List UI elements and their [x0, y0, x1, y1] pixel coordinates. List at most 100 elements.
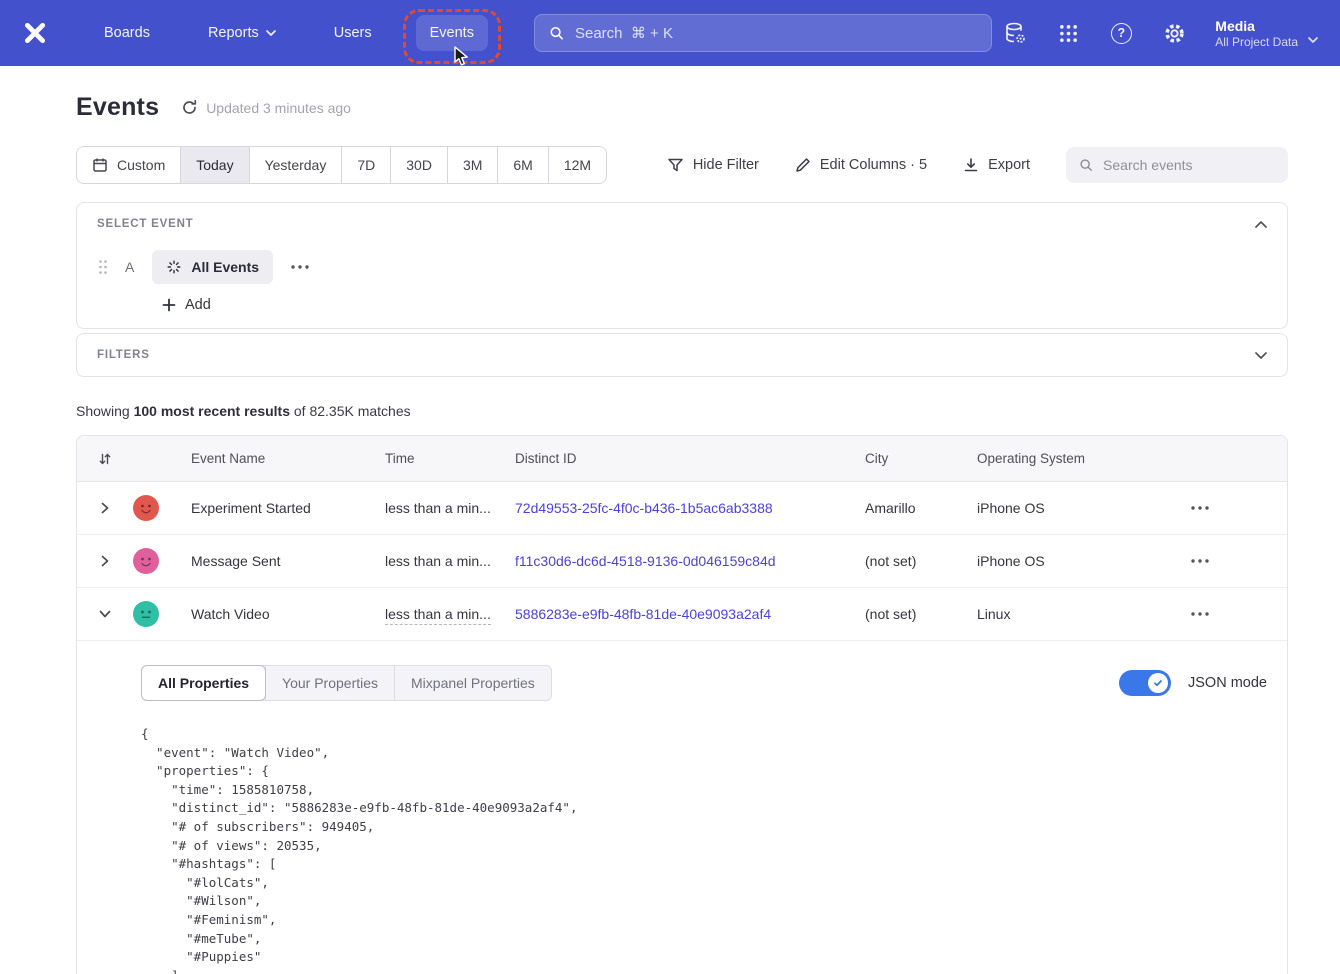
date-range-yesterday[interactable]: Yesterday — [250, 147, 343, 183]
date-range-selector: Custom Today Yesterday 7D 30D 3M 6M 12M — [76, 146, 607, 184]
event-detail-panel: All Properties Your Properties Mixpanel … — [77, 641, 1287, 974]
events-table: Event Name Time Distinct ID City Operati… — [76, 435, 1288, 974]
filters-label: FILTERS — [97, 349, 150, 361]
add-event-button[interactable]: Add — [162, 297, 211, 313]
global-search[interactable] — [534, 14, 992, 52]
global-search-input[interactable] — [575, 25, 977, 42]
export-label: Export — [988, 157, 1030, 173]
json-mode-control: JSON mode — [1119, 670, 1267, 696]
cell-event-name: Watch Video — [173, 606, 385, 622]
chevron-down-icon — [1308, 37, 1318, 43]
check-icon — [1152, 677, 1164, 689]
expand-row-button[interactable] — [101, 555, 109, 567]
search-events[interactable] — [1066, 147, 1288, 183]
table-row-expanded[interactable]: Watch Video less than a min... 5886283e-… — [77, 588, 1287, 641]
drag-handle-icon[interactable] — [98, 259, 108, 275]
filters-section-header[interactable]: FILTERS — [77, 334, 1287, 376]
navbar-right-cluster: ? Media All Project Data — [1001, 17, 1318, 50]
date-range-today[interactable]: Today — [181, 147, 249, 183]
results-summary: Showing 100 most recent results of 82.35… — [76, 403, 1288, 419]
avatar-face-icon — [133, 548, 159, 574]
cell-city: Amarillo — [865, 500, 977, 516]
tab-your-properties[interactable]: Your Properties — [265, 666, 394, 700]
event-selector-chip[interactable]: All Events — [152, 250, 273, 284]
mixpanel-logo[interactable] — [22, 20, 48, 46]
hide-filter-label: Hide Filter — [693, 157, 759, 173]
nav-item-events[interactable]: Events — [416, 15, 488, 51]
gear-icon — [1163, 22, 1186, 45]
chevron-down-icon — [1255, 352, 1267, 359]
nav-item-users[interactable]: Users — [320, 15, 386, 51]
event-options-button[interactable] — [285, 259, 315, 275]
toggle-knob — [1148, 673, 1168, 693]
date-range-12m[interactable]: 12M — [549, 147, 606, 183]
mouse-cursor-icon — [452, 45, 470, 69]
date-range-7d[interactable]: 7D — [342, 147, 391, 183]
hide-filter-button[interactable]: Hide Filter — [667, 157, 759, 173]
event-selector-label: All Events — [191, 259, 259, 275]
primary-nav: Boards Reports Users Events — [90, 15, 488, 51]
more-icon — [291, 265, 309, 269]
tab-all-properties[interactable]: All Properties — [141, 665, 266, 701]
cell-distinct-id-link[interactable]: f11c30d6-dc6d-4518-9136-0d046159c84d — [515, 553, 776, 569]
download-icon — [963, 157, 979, 173]
select-event-section-header[interactable]: SELECT EVENT — [77, 203, 1287, 245]
help-button[interactable]: ? — [1107, 19, 1135, 47]
column-header-time[interactable]: Time — [385, 451, 515, 466]
chevron-right-icon — [101, 555, 109, 567]
json-mode-toggle[interactable] — [1119, 670, 1171, 696]
row-options-button[interactable] — [1185, 606, 1215, 622]
refresh-button[interactable] — [181, 99, 198, 116]
chevron-down-icon — [99, 610, 111, 618]
select-event-card: SELECT EVENT A All Events — [76, 202, 1288, 329]
updated-timestamp: Updated 3 minutes ago — [206, 100, 351, 116]
date-range-3m[interactable]: 3M — [448, 147, 498, 183]
column-header-distinct-id[interactable]: Distinct ID — [515, 451, 865, 466]
tab-mixpanel-properties[interactable]: Mixpanel Properties — [394, 666, 551, 700]
cell-distinct-id-link[interactable]: 72d49553-25fc-4f0c-b436-1b5ac6ab3388 — [515, 500, 773, 516]
project-switcher[interactable]: Media All Project Data — [1215, 17, 1318, 50]
nav-item-events-label: Events — [430, 25, 474, 41]
date-range-6m[interactable]: 6M — [498, 147, 548, 183]
cell-time: less than a min... — [385, 553, 515, 569]
column-header-event-name[interactable]: Event Name — [173, 451, 385, 466]
collapse-row-button[interactable] — [99, 610, 111, 618]
nav-item-reports-label: Reports — [208, 25, 259, 41]
controls-row: Custom Today Yesterday 7D 30D 3M 6M 12M … — [76, 146, 1288, 184]
chevron-up-icon — [1255, 221, 1267, 228]
database-icon — [1003, 21, 1027, 45]
grid-icon — [1059, 24, 1078, 43]
cell-city: (not set) — [865, 606, 977, 622]
cell-os: iPhone OS — [977, 500, 1153, 516]
column-header-city[interactable]: City — [865, 451, 977, 466]
table-row[interactable]: Message Sent less than a min... f11c30d6… — [77, 535, 1287, 588]
edit-columns-button[interactable]: Edit Columns · 5 — [795, 157, 927, 173]
date-custom-button[interactable]: Custom — [77, 147, 181, 183]
top-navbar: Boards Reports Users Events — [0, 0, 1340, 66]
data-management-button[interactable] — [1001, 19, 1029, 47]
row-options-button[interactable] — [1185, 500, 1215, 516]
pencil-icon — [795, 157, 811, 173]
nav-item-boards[interactable]: Boards — [90, 15, 164, 51]
nav-item-reports[interactable]: Reports — [194, 15, 290, 51]
export-button[interactable]: Export — [963, 157, 1030, 173]
table-row[interactable]: Experiment Started less than a min... 72… — [77, 482, 1287, 535]
column-header-os[interactable]: Operating System — [977, 451, 1153, 466]
more-icon — [1191, 559, 1209, 563]
more-icon — [1191, 506, 1209, 510]
expand-row-button[interactable] — [101, 502, 109, 514]
sort-button[interactable] — [98, 452, 112, 466]
cell-event-name: Experiment Started — [173, 500, 385, 516]
detail-toolbar: All Properties Your Properties Mixpanel … — [141, 665, 1267, 701]
settings-button[interactable] — [1160, 19, 1188, 47]
row-options-button[interactable] — [1185, 553, 1215, 569]
results-suffix: of 82.35K matches — [290, 403, 411, 419]
cell-distinct-id-link[interactable]: 5886283e-e9fb-48fb-81de-40e9093a2af4 — [515, 606, 771, 622]
help-icon: ? — [1111, 23, 1132, 44]
date-range-30d[interactable]: 30D — [391, 147, 448, 183]
page-title: Events — [76, 93, 159, 122]
search-events-input[interactable] — [1103, 157, 1275, 173]
apps-grid-button[interactable] — [1054, 19, 1082, 47]
user-avatar — [133, 601, 159, 627]
results-highlight: 100 most recent results — [134, 403, 290, 419]
